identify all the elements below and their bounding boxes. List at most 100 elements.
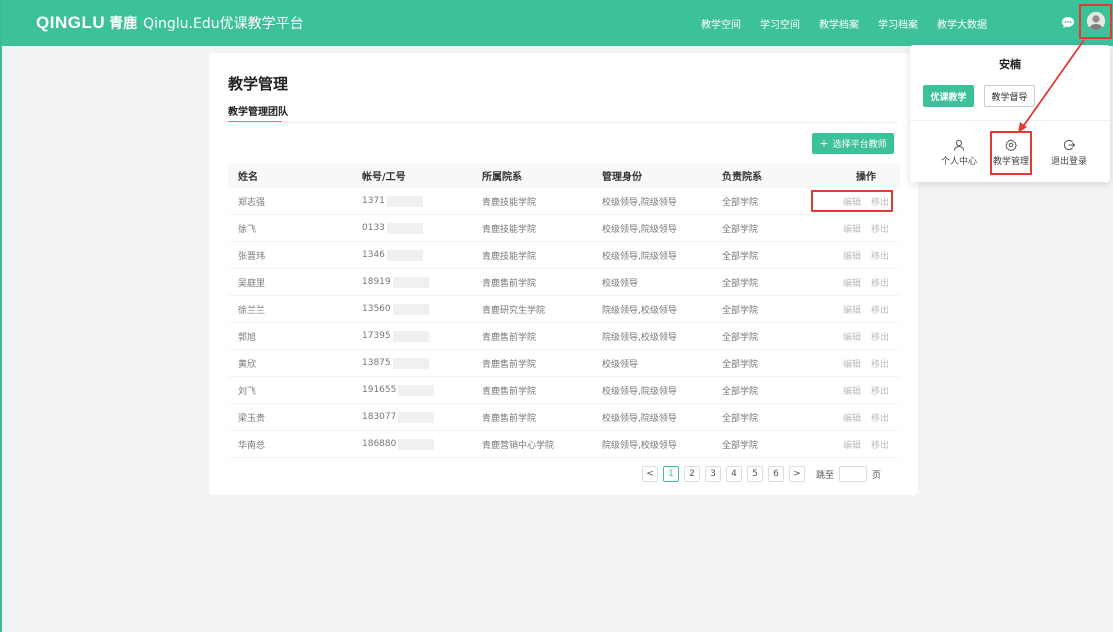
edit-link[interactable]: 编辑 <box>843 357 861 370</box>
personal-center-item[interactable]: 个人中心 <box>937 139 981 167</box>
cell-account: 186880 <box>362 438 482 450</box>
tab-teaching-team[interactable]: 教学管理团队 <box>228 103 288 118</box>
account-mask <box>386 195 423 207</box>
page-title: 教学管理 <box>228 75 289 93</box>
table-row: 徐兰兰 13560 青鹿研究生学院 院级领导,校级领导 全部学院 编辑 移出 <box>228 296 900 323</box>
page-4[interactable]: 4 <box>726 466 742 482</box>
top-navbar: QINGLU 青鹿 Qinglu.Edu优课教学平台 教学空间 学习空间 教学档… <box>2 0 1113 46</box>
table-row: 徐飞 0133 青鹿技能学院 校级领导,院级领导 全部学院 编辑 移出 <box>228 215 900 242</box>
cell-ops: 编辑 移出 <box>832 384 900 397</box>
cell-name: 郭旭 <box>238 332 257 343</box>
table-body: 郑志强 1371 青鹿技能学院 校级领导,院级领导 全部学院 编辑 移出 徐飞 0133 青鹿技能… <box>228 188 900 458</box>
account-mask <box>386 249 423 261</box>
remove-link[interactable]: 移出 <box>871 303 889 316</box>
account-text: 0133 <box>362 223 385 233</box>
remove-link[interactable]: 移出 <box>871 384 889 397</box>
nav-teaching-bigdata[interactable]: 教学大数据 <box>937 16 987 31</box>
account-mask <box>392 357 429 369</box>
cell-ops: 编辑 移出 <box>832 249 900 262</box>
cell-dept: 青鹿售前学院 <box>482 359 537 370</box>
remove-link[interactable]: 移出 <box>871 249 889 262</box>
remove-link[interactable]: 移出 <box>871 357 889 370</box>
cell-name: 梁玉贵 <box>238 413 266 424</box>
edit-link[interactable]: 编辑 <box>843 249 861 262</box>
account-text: 186880 <box>362 439 397 449</box>
page-2[interactable]: 2 <box>684 466 700 482</box>
page-1[interactable]: 1 <box>663 466 679 482</box>
cell-name: 郑志强 <box>238 197 266 208</box>
cell-ops: 编辑 移出 <box>832 330 900 343</box>
select-teacher-label: 选择平台教师 <box>832 140 887 150</box>
jump-label: 跳至 <box>816 470 835 481</box>
teaching-supervision-button[interactable]: 教学督导 <box>984 85 1035 107</box>
jump-page-input[interactable] <box>839 466 868 482</box>
nav-teaching-archive[interactable]: 教学档案 <box>819 16 859 31</box>
header-role: 管理身份 <box>602 172 642 183</box>
cell-name: 徐兰兰 <box>238 305 266 316</box>
page-3[interactable]: 3 <box>705 466 721 482</box>
cell-resp: 全部学院 <box>722 359 759 370</box>
table-row: 郑志强 1371 青鹿技能学院 校级领导,院级领导 全部学院 编辑 移出 <box>228 188 900 215</box>
account-text: 1346 <box>362 250 385 260</box>
cell-resp: 全部学院 <box>722 305 759 316</box>
cell-dept: 青鹿营销中心学院 <box>482 440 555 451</box>
cell-ops: 编辑 移出 <box>832 438 900 451</box>
cell-account: 13875 <box>362 357 482 369</box>
teaching-management-card: 教学管理 教学管理团队 + 选择平台教师 姓名 帐号/工号 所属院系 管理身份 … <box>209 53 918 495</box>
logout-item[interactable]: 退出登录 <box>1047 139 1091 167</box>
chat-icon[interactable] <box>1061 16 1075 29</box>
user-icon <box>954 139 964 151</box>
nav-learning-archive[interactable]: 学习档案 <box>878 16 918 31</box>
cell-ops: 编辑 移出 <box>832 357 900 370</box>
edit-link[interactable]: 编辑 <box>843 276 861 289</box>
cell-role: 校级领导,院级领导 <box>602 224 677 235</box>
remove-link[interactable]: 移出 <box>871 330 889 343</box>
table-row: 梁玉贵 183077 青鹿售前学院 校级领导,院级领导 全部学院 编辑 移出 <box>228 404 900 431</box>
prev-page-button[interactable]: < <box>642 466 658 482</box>
header-resp: 负责院系 <box>722 172 762 183</box>
user-name: 安楠 <box>999 58 1021 71</box>
account-text: 183077 <box>362 412 397 422</box>
table-row: 吴庭里 18919 青鹿售前学院 校级领导 全部学院 编辑 移出 <box>228 269 900 296</box>
edit-link[interactable]: 编辑 <box>843 411 861 424</box>
avatar[interactable] <box>1087 12 1105 30</box>
select-teacher-button[interactable]: + 选择平台教师 <box>812 133 894 154</box>
avatar-highlight[interactable] <box>1079 4 1112 39</box>
page-5[interactable]: 5 <box>747 466 763 482</box>
remove-link[interactable]: 移出 <box>871 411 889 424</box>
team-table: 姓名 帐号/工号 所属院系 管理身份 负责院系 操作 郑志强 1371 青鹿技能学院… <box>228 163 900 458</box>
header-ops: 操作 <box>856 172 876 183</box>
account-mask <box>398 384 435 396</box>
edit-link[interactable]: 编辑 <box>843 384 861 397</box>
cell-ops: 编辑 移出 <box>832 222 900 235</box>
edit-link[interactable]: 编辑 <box>843 330 861 343</box>
cell-dept: 青鹿技能学院 <box>482 224 537 235</box>
cell-dept: 青鹿售前学院 <box>482 413 537 424</box>
nav-learning-space[interactable]: 学习空间 <box>760 16 800 31</box>
logout-label: 退出登录 <box>1050 157 1087 167</box>
edit-link[interactable]: 编辑 <box>843 438 861 451</box>
cell-ops: 编辑 移出 <box>832 276 900 289</box>
edit-link[interactable]: 编辑 <box>843 222 861 235</box>
cell-resp: 全部学院 <box>722 413 759 424</box>
edit-link[interactable]: 编辑 <box>843 303 861 316</box>
account-mask <box>386 222 423 234</box>
cell-ops: 编辑 移出 <box>832 303 900 316</box>
nav-teaching-space[interactable]: 教学空间 <box>701 16 741 31</box>
ops-highlight-box <box>811 190 893 212</box>
remove-link[interactable]: 移出 <box>871 276 889 289</box>
cell-account: 191655 <box>362 384 482 396</box>
remove-link[interactable]: 移出 <box>871 222 889 235</box>
remove-link[interactable]: 移出 <box>871 438 889 451</box>
brand-subtitle: Qinglu.Edu优课教学平台 <box>143 16 304 32</box>
logout-icon <box>1063 139 1075 151</box>
header-account: 帐号/工号 <box>362 172 406 183</box>
account-mask <box>392 330 429 342</box>
cell-name: 吴庭里 <box>238 278 266 289</box>
page-6[interactable]: 6 <box>768 466 784 482</box>
next-page-button[interactable]: > <box>789 466 805 482</box>
pagination: < 1 2 3 4 5 6 > 跳至 页 <box>642 466 881 482</box>
cell-dept: 青鹿技能学院 <box>482 251 537 262</box>
quality-teaching-button[interactable]: 优课教学 <box>923 85 974 107</box>
brand[interactable]: QINGLU 青鹿 Qinglu.Edu优课教学平台 <box>36 13 304 33</box>
